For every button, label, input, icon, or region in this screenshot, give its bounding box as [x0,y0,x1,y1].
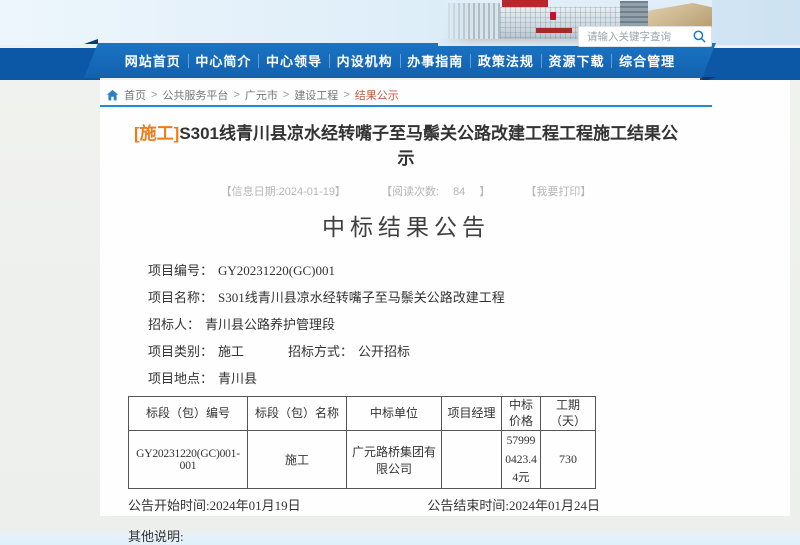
article-meta: 【信息日期:2024-01-19】 【阅读次数:84】 【我要打印】 [100,183,712,199]
nav-ribbon-left [0,48,100,80]
field-row: 招标人： 青川县公路养护管理段 [148,311,712,338]
breadcrumb-item[interactable]: 广元市 [245,87,278,103]
field-label: 项目名称： [148,290,213,305]
field-label: 招标人： [148,317,200,332]
field-row: 项目地点： 青川县 [148,365,712,392]
announcement-times: 公告开始时间:2024年01月19日 公告结束时间:2024年01月24日 [128,495,600,514]
read-count: 【阅读次数:84】 [381,186,490,198]
bid-table-body: GY20231220(GC)001-001施工广元路桥集团有限公司 5799904… [129,431,596,489]
table-cell: 730 [541,431,596,489]
nav-item-1[interactable]: 中心简介 [189,51,259,70]
bid-table-header-row: 标段（包）编号标段（包）名称中标单位项目经理中标价格工期（天） [129,397,596,431]
field-row: 项目名称： S301线青川县凉水经转嘴子至马鬃关公路改建工程 [148,284,712,311]
photo-red-banner [536,28,572,33]
breadcrumb: 首页 > 公共服务平台 > 广元市 > 建设工程 > 结果公示 [106,87,399,103]
bid-result-table: 标段（包）编号标段（包）名称中标单位项目经理中标价格工期（天） GY202312… [128,396,596,489]
field-value: S301线青川县凉水经转嘴子至马鬃关公路改建工程 [218,290,505,305]
nav-menu: 网站首页中心简介中心领导内设机构办事指南政策法规资源下载综合管理 [84,43,716,78]
nav-item-2[interactable]: 中心领导 [259,51,329,70]
field-value: 施工 [218,344,244,359]
bid-table-header: 标段（包）名称 [248,397,347,431]
bid-table-header: 项目经理 [442,397,502,431]
bid-table-header: 工期（天） [541,397,596,431]
breadcrumb-current: 结果公示 [355,87,399,103]
content-panel: 首页>公共服务平台>广元市>建设工程>结果公示 [施工]S301线青川县凉水经转… [100,80,790,516]
project-fields: 项目编号： GY20231220(GC)001 项目名称： S301线青川县凉水经转嘴… [148,257,712,392]
field-label: 项目地点： [148,371,213,386]
nav-item-5[interactable]: 政策法规 [471,51,541,70]
field-pair: 招标方式： 公开招标 [288,344,410,359]
bid-table-header: 中标价格 [502,397,541,431]
field-pair: 招标人： 青川县公路养护管理段 [148,317,335,332]
table-cell: GY20231220(GC)001-001 [129,431,248,489]
title-category-tag: [施工] [134,124,179,143]
nav-item-7[interactable]: 综合管理 [612,51,682,70]
print-button[interactable]: 【我要打印】 [525,186,591,198]
national-emblem-icon [550,12,556,20]
breadcrumb-separator: > [343,89,349,101]
table-cell [442,431,502,489]
announcement-start-time: 公告开始时间:2024年01月19日 [128,495,301,514]
field-label: 项目类别： [148,344,213,359]
field-value: 青川县 [218,371,257,386]
table-cell: 广元路桥集团有限公司 [347,431,442,489]
table-cell: 施工 [248,431,347,489]
other-notes-label: 其他说明: [128,526,712,545]
title-text: S301线青川县凉水经转嘴子至马鬃关公路改建工程工程施工结果公示 [179,124,678,168]
nav-ribbon-right [700,48,800,80]
field-row: 项目编号： GY20231220(GC)001 [148,257,712,284]
read-count-value: 84 [453,186,465,198]
page-title: [施工]S301线青川县凉水经转嘴子至马鬃关公路改建工程工程施工结果公示 [132,121,680,171]
field-value: 青川县公路养护管理段 [205,317,335,332]
field-row: 项目类别： 施工 招标方式： 公开招标 [148,338,712,365]
search-input[interactable] [587,31,692,43]
breadcrumb-item[interactable]: 建设工程 [294,87,338,103]
nav-item-4[interactable]: 办事指南 [401,51,471,70]
bid-table-header: 中标单位 [347,397,442,431]
nav-item-6[interactable]: 资源下载 [542,51,612,70]
nav-item-0[interactable]: 网站首页 [118,51,188,70]
table-cell: 579990423.44元 [502,431,541,489]
nav-item-3[interactable]: 内设机构 [330,51,400,70]
breadcrumb-separator: > [151,89,157,101]
home-icon[interactable] [106,89,119,102]
breadcrumb-separator: > [233,89,239,101]
bid-table-header: 标段（包）编号 [129,397,248,431]
search-icon[interactable] [692,29,707,44]
field-value: 公开招标 [358,344,410,359]
article: [施工]S301线青川县凉水经转嘴子至马鬃关公路改建工程工程施工结果公示 【信息… [100,107,712,545]
field-pair: 项目类别： 施工 [148,344,244,359]
field-label: 招标方式： [288,344,353,359]
breadcrumb-separator: > [283,89,289,101]
announcement-end-time: 公告结束时间:2024年01月24日 [427,495,600,514]
notice-heading: 中标结果公告 [100,213,712,243]
table-row: GY20231220(GC)001-001施工广元路桥集团有限公司 5799904… [129,431,596,489]
breadcrumb-trail: 首页 > 公共服务平台 > 广元市 > 建设工程 > 结果公示 [124,87,399,103]
breadcrumb-item[interactable]: 公共服务平台 [162,87,228,103]
field-pair: 项目地点： 青川县 [148,371,257,386]
photo-red-sign [502,0,548,7]
field-pair: 项目名称： S301线青川县凉水经转嘴子至马鬃关公路改建工程 [148,290,505,305]
field-label: 项目编号： [148,263,213,278]
breadcrumb-home-link[interactable]: 首页 [124,87,146,103]
search-box[interactable] [578,26,712,47]
field-value: GY20231220(GC)001 [218,263,335,278]
field-pair: 项目编号： GY20231220(GC)001 [148,263,335,278]
info-date: 【信息日期:2024-01-19】 [221,186,346,198]
